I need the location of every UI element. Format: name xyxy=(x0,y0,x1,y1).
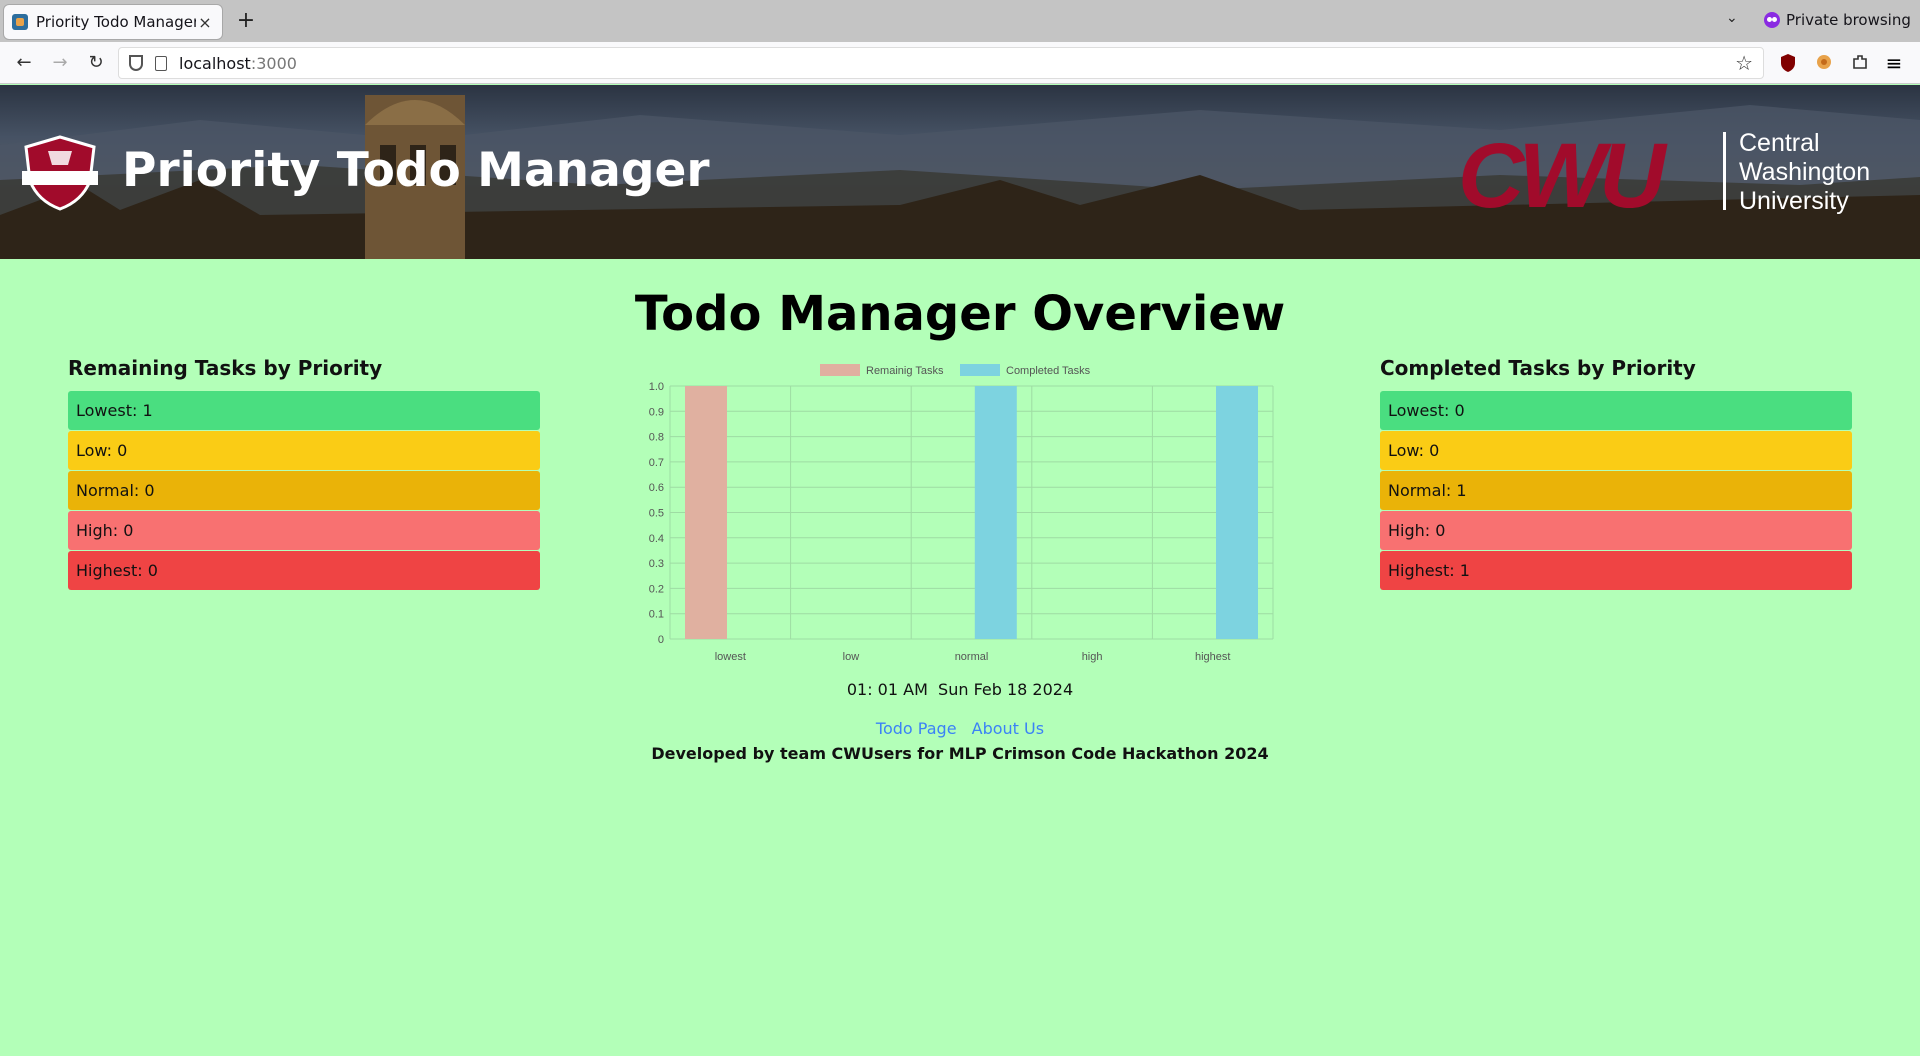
legend-swatch xyxy=(960,364,1000,376)
cwu-logo-divider xyxy=(1723,132,1726,210)
footer-links: Todo Page About Us xyxy=(0,719,1920,738)
y-tick-label: 0.9 xyxy=(649,406,664,418)
header-banner: Priority Todo Manager CWU Central Washin… xyxy=(0,85,1920,259)
completed-low-row: Low: 0 xyxy=(1380,431,1852,470)
x-tick-label: low xyxy=(843,651,860,663)
y-tick-label: 0.4 xyxy=(649,533,664,545)
remaining-normal-row: Normal: 0 xyxy=(68,471,540,510)
remaining-tasks-panel: Remaining Tasks by Priority Lowest: 1 Lo… xyxy=(68,356,540,591)
forward-button[interactable]: → xyxy=(48,51,72,75)
page-title: Todo Manager Overview xyxy=(634,286,1286,342)
university-line-3: University xyxy=(1739,187,1849,215)
university-line-1: Central xyxy=(1739,129,1820,157)
remaining-highest-row: Highest: 0 xyxy=(68,551,540,590)
app-title: Priority Todo Manager xyxy=(122,143,710,198)
university-name: Central Washington University xyxy=(1739,129,1870,216)
bar-chart-svg: 0 0.1 0.2 0.3 0.4 0.5 0.6 0.7 0.8 0.9 1.0 lowest low… xyxy=(649,364,1274,663)
chevron-down-icon[interactable]: ⌄ xyxy=(1726,10,1738,26)
cwu-logo-mark: CWU xyxy=(1458,125,1666,227)
extensions-puzzle-icon[interactable] xyxy=(1850,53,1870,73)
completed-normal-row: Normal: 1 xyxy=(1380,471,1852,510)
x-tick-label: normal xyxy=(955,651,989,663)
url-bar[interactable]: localhost :3000 ☆ xyxy=(118,47,1764,79)
ublock-extension-icon[interactable] xyxy=(1778,53,1798,73)
legend-label: Completed Tasks xyxy=(1006,365,1091,377)
bar-lowest-remaining xyxy=(685,386,727,639)
back-button[interactable]: ← xyxy=(12,51,36,75)
about-us-link[interactable]: About Us xyxy=(972,719,1044,738)
completed-tasks-panel: Completed Tasks by Priority Lowest: 0 Lo… xyxy=(1380,356,1852,591)
bookmark-star-icon[interactable]: ☆ xyxy=(1735,51,1753,75)
x-tick-label: highest xyxy=(1195,651,1230,663)
page-info-icon[interactable] xyxy=(155,55,167,71)
completed-highest-row: Highest: 1 xyxy=(1380,551,1852,590)
bar-normal-completed xyxy=(974,386,1017,639)
tab-title: Priority Todo Manager xyxy=(36,13,196,31)
y-tick-label: 0.6 xyxy=(649,482,664,494)
y-tick-label: 0.2 xyxy=(649,583,664,595)
browser-nav-bar: ← → ↻ localhost :3000 ☆ ≡ xyxy=(0,42,1920,84)
completed-lowest-row: Lowest: 0 xyxy=(1380,391,1852,430)
todo-page-link[interactable]: Todo Page xyxy=(876,719,957,738)
remaining-tasks-heading: Remaining Tasks by Priority xyxy=(68,356,383,380)
remaining-low-row: Low: 0 xyxy=(68,431,540,470)
y-tick-label: 1.0 xyxy=(649,381,664,393)
x-tick-label: high xyxy=(1082,651,1103,663)
remaining-lowest-row: Lowest: 1 xyxy=(68,391,540,430)
completed-tasks-heading: Completed Tasks by Priority xyxy=(1380,356,1696,380)
extension-icon[interactable] xyxy=(1814,53,1834,73)
credits-text: Developed by team CWUsers for MLP Crimso… xyxy=(651,744,1269,763)
private-mask-icon xyxy=(1764,12,1780,28)
y-tick-label: 0.5 xyxy=(649,508,664,520)
favicon-icon xyxy=(12,14,28,30)
y-tick-label: 0.3 xyxy=(649,558,664,570)
remaining-high-row: High: 0 xyxy=(68,511,540,550)
y-tick-label: 0.7 xyxy=(649,457,664,469)
url-host: localhost xyxy=(179,53,251,73)
new-tab-button[interactable]: + xyxy=(234,8,258,34)
y-tick-label: 0 xyxy=(658,634,664,646)
y-tick-label: 0.1 xyxy=(649,609,664,621)
private-browsing-indicator: Private browsing xyxy=(1764,11,1911,29)
shield-icon[interactable] xyxy=(129,55,143,71)
legend-label: Remainig Tasks xyxy=(866,365,944,377)
menu-icon[interactable]: ≡ xyxy=(1884,53,1904,73)
legend-swatch xyxy=(820,364,860,376)
close-tab-icon[interactable]: × xyxy=(196,13,214,32)
browser-tab[interactable]: Priority Todo Manager × xyxy=(3,4,223,40)
current-datetime: 01: 01 AM Sun Feb 18 2024 xyxy=(846,680,1074,699)
completed-high-row: High: 0 xyxy=(1380,511,1852,550)
reload-button[interactable]: ↻ xyxy=(84,51,108,75)
tasks-bar-chart: 0 0.1 0.2 0.3 0.4 0.5 0.6 0.7 0.8 0.9 1.0 lowest low… xyxy=(630,356,1290,666)
y-tick-label: 0.8 xyxy=(649,432,664,444)
bar-highest-completed xyxy=(1216,386,1258,639)
private-browsing-label: Private browsing xyxy=(1786,11,1911,29)
browser-tab-bar: Priority Todo Manager × + ⌄ Private brow… xyxy=(0,0,1920,42)
x-tick-label: lowest xyxy=(715,651,746,663)
url-port: :3000 xyxy=(250,53,297,73)
university-line-2: Washington xyxy=(1739,158,1871,186)
crimsoncode-logo xyxy=(18,133,102,211)
